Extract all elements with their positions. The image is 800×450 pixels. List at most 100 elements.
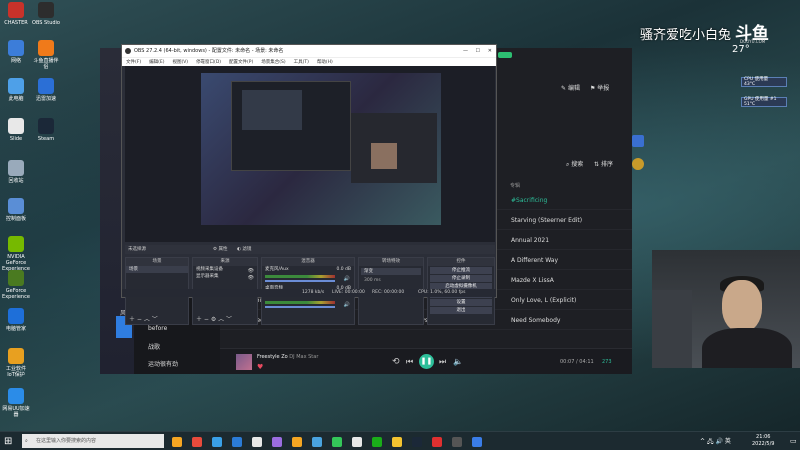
close-icon[interactable]: ✕: [488, 45, 492, 57]
game-icon-2[interactable]: [632, 158, 644, 170]
menu-item[interactable]: 编辑(E): [149, 60, 164, 65]
track-album[interactable]: Starving (Steerner Edit): [511, 217, 582, 224]
report-button[interactable]: ⚑ 举报: [590, 83, 609, 92]
desktop-icon[interactable]: 斗鱼直播伴侣: [32, 40, 60, 70]
taskbar-app-icon[interactable]: [372, 437, 382, 447]
taskbar-app-icon[interactable]: [212, 437, 222, 447]
taskbar-app-icon[interactable]: [272, 437, 282, 447]
taskbar-search[interactable]: ⌕ 在这里输入你要搜索的内容: [22, 434, 164, 448]
loop-icon[interactable]: ⟲: [392, 357, 400, 367]
stop-record-button[interactable]: 停止录制: [430, 275, 492, 282]
sidebar-item-1[interactable]: before: [148, 325, 167, 332]
taskbar-app-icon[interactable]: [332, 437, 342, 447]
menu-item[interactable]: 场景集合(S): [261, 60, 285, 65]
desktop-icon[interactable]: 电脑管家: [2, 308, 30, 332]
windows-start-icon[interactable]: ⊞: [4, 436, 12, 447]
scene-controls[interactable]: ＋ − ︿ ﹀: [129, 314, 158, 323]
weather-temp: 27: [732, 44, 745, 55]
settings-button[interactable]: 设置: [430, 299, 492, 306]
maximize-icon[interactable]: ☐: [476, 45, 480, 57]
game-icon-1[interactable]: [632, 135, 644, 147]
desktop-icon[interactable]: GeForce Experience: [2, 270, 30, 300]
desktop-icon[interactable]: OBS Studio: [32, 2, 60, 26]
next-icon[interactable]: ⏭: [439, 357, 446, 367]
cpu-widget: CPU 使用量 43°C: [741, 77, 787, 87]
desktop-icon[interactable]: NVIDIA GeForce Experience: [2, 236, 30, 272]
menu-item[interactable]: 配置文件(P): [229, 60, 253, 65]
sort-button[interactable]: ⇅ 排序: [594, 159, 613, 168]
desktop-icon[interactable]: 工业软件 IoT保护: [2, 348, 30, 378]
menu-item[interactable]: 帮助(H): [317, 60, 333, 65]
mixer-title: 混音器: [262, 258, 354, 266]
app-icon: [8, 78, 24, 94]
track-album[interactable]: A Different Way: [511, 257, 558, 264]
track-album[interactable]: Only Love, L (Explicit): [511, 297, 576, 304]
menu-item[interactable]: 视图(V): [172, 60, 188, 65]
desktop-icon[interactable]: 网易UU加速器: [2, 388, 30, 418]
taskbar-app-icon[interactable]: [412, 437, 422, 447]
menu-item[interactable]: 停靠窗口(D): [196, 60, 221, 65]
track-album[interactable]: Need Somebody: [511, 317, 560, 324]
stop-stream-button[interactable]: 停止推流: [430, 267, 492, 274]
desktop-icon[interactable]: Slide: [2, 118, 30, 142]
transition-duration[interactable]: 300 ms: [361, 277, 421, 284]
menu-item[interactable]: 工具(T): [294, 60, 309, 65]
eye-icon[interactable]: 👁: [248, 275, 254, 281]
taskbar-app-icon[interactable]: [232, 437, 242, 447]
taskbar-app-icon[interactable]: [172, 437, 182, 447]
taskbar-app-icon[interactable]: [312, 437, 322, 447]
streamer-name: 骚齐爱吃小白兔: [640, 28, 732, 43]
taskbar-app-icon[interactable]: [432, 437, 442, 447]
taskbar-app-icon[interactable]: [252, 437, 262, 447]
filters-button[interactable]: ◐ 滤镜: [237, 245, 251, 254]
desktop-icon-label: 此电脑: [8, 96, 24, 102]
desktop-icon[interactable]: 回收站: [2, 160, 30, 184]
edit-button[interactable]: ✎ 编辑: [561, 83, 580, 92]
taskbar-app-icon[interactable]: [392, 437, 402, 447]
desktop-icon[interactable]: 此电脑: [2, 78, 30, 102]
exit-button[interactable]: 退出: [430, 307, 492, 314]
scene-item[interactable]: 场景: [126, 266, 188, 273]
edit-label: 编辑: [567, 85, 580, 92]
taskbar-app-icon[interactable]: [352, 437, 362, 447]
taskbar-app-icon[interactable]: [292, 437, 302, 447]
mic-slider[interactable]: [265, 280, 335, 282]
desktop-icon[interactable]: 控制面板: [2, 198, 30, 222]
desktop-icon[interactable]: CHASTER: [2, 2, 30, 26]
controls-title: 控件: [428, 258, 494, 266]
track-album[interactable]: Annual 2021: [511, 237, 549, 244]
source-controls[interactable]: ＋ − ⚙ ︿ ﹀: [196, 314, 232, 323]
prev-icon[interactable]: ⏮: [406, 357, 413, 367]
desktop-icon[interactable]: 迅雷加速: [32, 78, 60, 102]
source-toolbar: 未选择源 ⚙ 属性 ◐ 滤镜: [125, 245, 495, 254]
notification-icon[interactable]: ▭: [790, 437, 797, 445]
track-album[interactable]: Mazde X LissA: [511, 277, 554, 284]
app-icon: [38, 2, 54, 18]
taskbar-clock[interactable]: 21:06 2022/5/9: [752, 434, 774, 448]
sidebar-item-3[interactable]: 运动很有劲: [148, 359, 178, 368]
desktop-slider[interactable]: [265, 306, 335, 308]
desktop-icon[interactable]: 网络: [2, 40, 30, 64]
properties-button[interactable]: ⚙ 属性: [213, 245, 227, 254]
minimize-icon[interactable]: —: [463, 45, 468, 57]
taskbar-app-icon[interactable]: [192, 437, 202, 447]
search-button[interactable]: ⌕ 搜索: [566, 159, 583, 169]
eye-icon[interactable]: 👁: [248, 268, 254, 274]
desktop-icon-label: 网易UU加速器: [2, 406, 30, 418]
transition-select[interactable]: 渐变: [361, 268, 421, 275]
app-icon: [8, 236, 24, 252]
taskbar-app-icon[interactable]: [452, 437, 462, 447]
volume-icon[interactable]: 🔈: [453, 357, 463, 366]
track-album[interactable]: #Sacrificing: [511, 197, 547, 204]
speaker-icon[interactable]: 🔊: [344, 302, 350, 308]
tray-icons[interactable]: ^ 🖧 🔊 英: [700, 436, 731, 447]
desktop-icon-label: Slide: [9, 136, 23, 142]
desktop-icon[interactable]: Steam: [32, 118, 60, 142]
like-icon[interactable]: ♥: [257, 363, 263, 371]
queue-count[interactable]: 273: [602, 359, 612, 365]
sidebar-item-2[interactable]: 战歌: [148, 342, 160, 351]
taskbar-app-icon[interactable]: [472, 437, 482, 447]
speaker-icon[interactable]: 🔊: [344, 276, 350, 282]
menu-item[interactable]: 文件(F): [126, 60, 141, 65]
pause-button[interactable]: ❚❚: [419, 354, 434, 369]
